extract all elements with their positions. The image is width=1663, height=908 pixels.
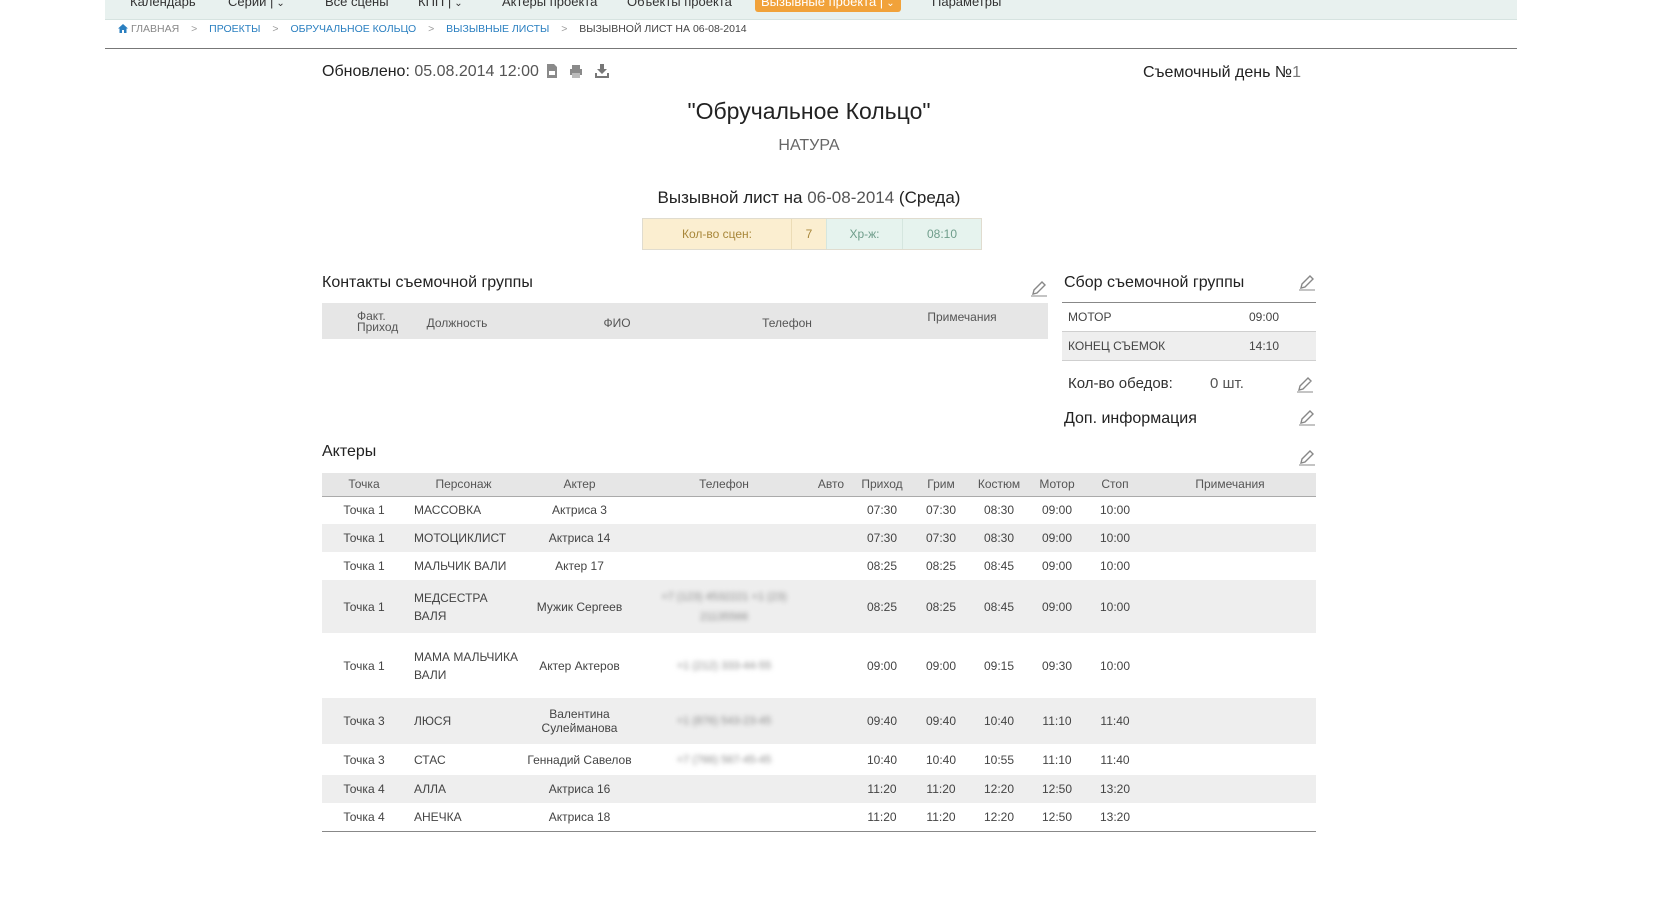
chevron-down-icon: ⌄ [276, 0, 285, 9]
breadcrumb-callsheets[interactable]: ВЫЗЫВНЫЕ ЛИСТЫ [446, 23, 549, 35]
project-subtitle: НАТУРА [778, 137, 840, 154]
table-row: Точка 1 МАЛЬЧИК ВАЛИ Актер 17 08:25 08:25 08:… [343, 559, 1131, 573]
chevron-down-icon: ⌄ [886, 0, 895, 9]
table-row: Точка 3 СТАС Геннадий Савелов +7 (766) 567-… [343, 752, 1130, 767]
callsheet-day: Среда [904, 188, 955, 207]
callsheet-label: Вызывной лист на [657, 188, 803, 207]
download-icon[interactable] [594, 63, 609, 79]
duration-value: 08:10 [902, 219, 981, 249]
project-title: "Обручальное Кольцо" [687, 98, 931, 124]
table-row: Точка 1 МОТОЦИКЛИСТ Актриса 14 07:30 07:30 08… [322, 524, 1316, 552]
table-row: Точка 3 ЛЮСЯ Валентина Сулейманова +1 (876)… [322, 698, 1316, 744]
extra-info-title: Доп. информация [1064, 410, 1197, 427]
breadcrumb-projects[interactable]: ПРОЕКТЫ [209, 23, 260, 35]
updated-label: Обновлено: [322, 63, 410, 80]
scene-stats: Кол-во сцен: 7 Хр-ж: 08:10 [642, 218, 982, 250]
table-row: Точка 1 МАМА МАЛЬЧИКА ВАЛИ Актер Актеров +1… [343, 649, 1131, 682]
crew-call-table: МОТОР 09:00 КОНЕЦ СЪЕМОК 14:10 [1062, 302, 1316, 361]
duration-label: Хр-ж: [826, 219, 902, 249]
nav-kpp[interactable]: КПП | ⌄ [418, 0, 463, 9]
callsheet-title: Вызывной лист на 06-08-2014 (Среда) [657, 188, 961, 207]
updated-info: Обновлено: 05.08.2014 12:00 [322, 63, 539, 81]
crew-row-motor: МОТОР 09:00 [1062, 303, 1316, 332]
table-row: Точка 1 МАССОВКА Актриса 3 07:30 07:30 08:30 0… [343, 503, 1131, 518]
updated-value: 05.08.2014 12:00 [414, 63, 539, 80]
crew-row-end: КОНЕЦ СЪЕМОК 14:10 [1062, 332, 1316, 361]
nav-project-callsheets[interactable]: Вызывные проекта | ⌄ [755, 0, 901, 12]
shoot-day: Съемочный день №1 [1143, 64, 1301, 82]
chevron-down-icon: ⌄ [454, 0, 463, 9]
table-row: Точка 4 АЛЛА Актриса 16 11:20 11:20 12:20 12:5… [322, 775, 1316, 803]
table-row: Точка 4 АНЕЧКА Актриса 18 11:20 11:20 12:20 12… [322, 803, 1316, 831]
actors-table: Точка Персонаж Актер Телефон Авто Приход… [322, 473, 1316, 832]
print-icon[interactable] [569, 63, 583, 79]
scenes-count-label: Кол-во сцен: [643, 219, 791, 249]
breadcrumb-project[interactable]: ОБРУЧАЛЬНОЕ КОЛЬЦО [290, 23, 416, 35]
shoot-day-number: 1 [1292, 64, 1301, 81]
callsheet-date: 06-08-2014 [807, 188, 895, 207]
nav-series[interactable]: Серии | ⌄ [228, 0, 285, 9]
nav-calendar[interactable]: Календарь [130, 0, 196, 9]
edit-crew-call-pencil-icon[interactable] [1298, 273, 1316, 291]
edit-lunch-pencil-icon[interactable] [1296, 375, 1314, 393]
nav-parameters[interactable]: Параметры [932, 0, 1001, 9]
contacts-table-header: Факт. Приход Должность ФИО Телефон Примеч… [322, 303, 1048, 339]
header-divider [105, 48, 1517, 49]
crew-call-title: Сбор съемочной группы [1064, 274, 1245, 291]
pdf-icon[interactable] [545, 63, 559, 79]
contacts-title: Контакты съемочной группы [322, 274, 533, 291]
nav-all-scenes[interactable]: Все сцены [325, 0, 389, 9]
lunch-count-label: Кол-во обедов: [1068, 375, 1173, 392]
nav-project-objects[interactable]: Объекты проекта [627, 0, 732, 9]
nav-project-actors[interactable]: Актеры проекта [502, 0, 597, 9]
edit-contacts-pencil-icon[interactable] [1030, 279, 1048, 297]
actors-title: Актеры [322, 443, 377, 460]
table-row: Точка 1 МЕДСЕСТРА ВАЛЯ Мужик Сергеев +7 (12… [322, 580, 1316, 633]
breadcrumb-home[interactable]: ГЛАВНАЯ [131, 23, 179, 35]
shoot-day-label: Съемочный день № [1143, 64, 1293, 81]
top-navigation: Календарь Серии | ⌄ Все сцены КПП | ⌄ Акте… [105, 0, 1517, 20]
lunch-count-value: 0 шт. [1210, 375, 1244, 392]
breadcrumb-current: ВЫЗЫВНОЙ ЛИСТ НА 06-08-2014 [579, 23, 747, 35]
actors-header-row: Точка Персонаж Актер Телефон Авто Приход… [322, 473, 1316, 497]
home-icon [118, 24, 128, 33]
breadcrumb: ГЛАВНАЯ > ПРОЕКТЫ > ОБРУЧАЛЬНОЕ КОЛЬЦО >… [118, 23, 747, 35]
edit-actors-pencil-icon[interactable] [1298, 448, 1316, 466]
edit-extra-info-pencil-icon[interactable] [1298, 408, 1316, 426]
export-toolbar [545, 63, 614, 81]
scenes-count-value: 7 [791, 219, 826, 249]
